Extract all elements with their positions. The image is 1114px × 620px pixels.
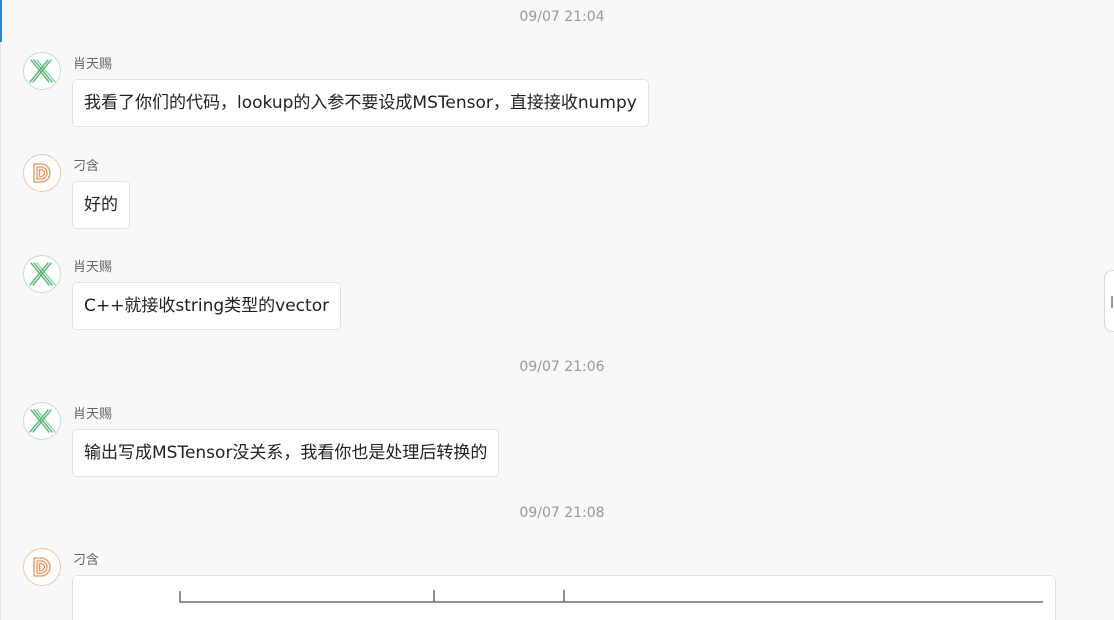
message-bubble[interactable]: C++就接收string类型的vector (72, 282, 342, 330)
x-avatar-icon (29, 409, 56, 433)
d-avatar-icon (33, 557, 51, 577)
x-avatar-icon (29, 262, 56, 286)
sender-name: 肖天赐 (73, 260, 113, 275)
sender-name: 刁含 (73, 553, 100, 568)
avatar[interactable] (23, 255, 61, 293)
image-message-bubble[interactable] (72, 575, 1056, 620)
image-preview (179, 590, 1043, 603)
sender-name: 刁含 (73, 159, 100, 174)
avatar[interactable] (23, 548, 61, 586)
divider (0, 42, 1, 620)
avatar[interactable] (23, 52, 61, 90)
d-avatar-icon (33, 163, 51, 183)
message-bubble[interactable]: 好的 (72, 181, 130, 229)
message-bubble[interactable]: 输出写成MSTensor没关系，我看你也是处理后转换的 (72, 429, 500, 477)
chat-history: 09/07 21:04 肖天赐 我看了你们的代码，lookup的入参不要设成MS… (0, 0, 1114, 620)
sender-name: 肖天赐 (73, 57, 113, 72)
side-panel-toggle[interactable] (1104, 270, 1114, 332)
sender-name: 肖天赐 (73, 407, 113, 422)
x-avatar-icon (29, 59, 56, 83)
handle-icon (1111, 296, 1113, 308)
timestamp: 09/07 21:04 (519, 9, 605, 25)
avatar[interactable] (23, 154, 61, 192)
avatar[interactable] (23, 402, 61, 440)
timestamp: 09/07 21:08 (519, 505, 605, 521)
message-bubble[interactable]: 我看了你们的代码，lookup的入参不要设成MSTensor，直接接收numpy (72, 79, 649, 127)
timestamp: 09/07 21:06 (519, 359, 605, 375)
